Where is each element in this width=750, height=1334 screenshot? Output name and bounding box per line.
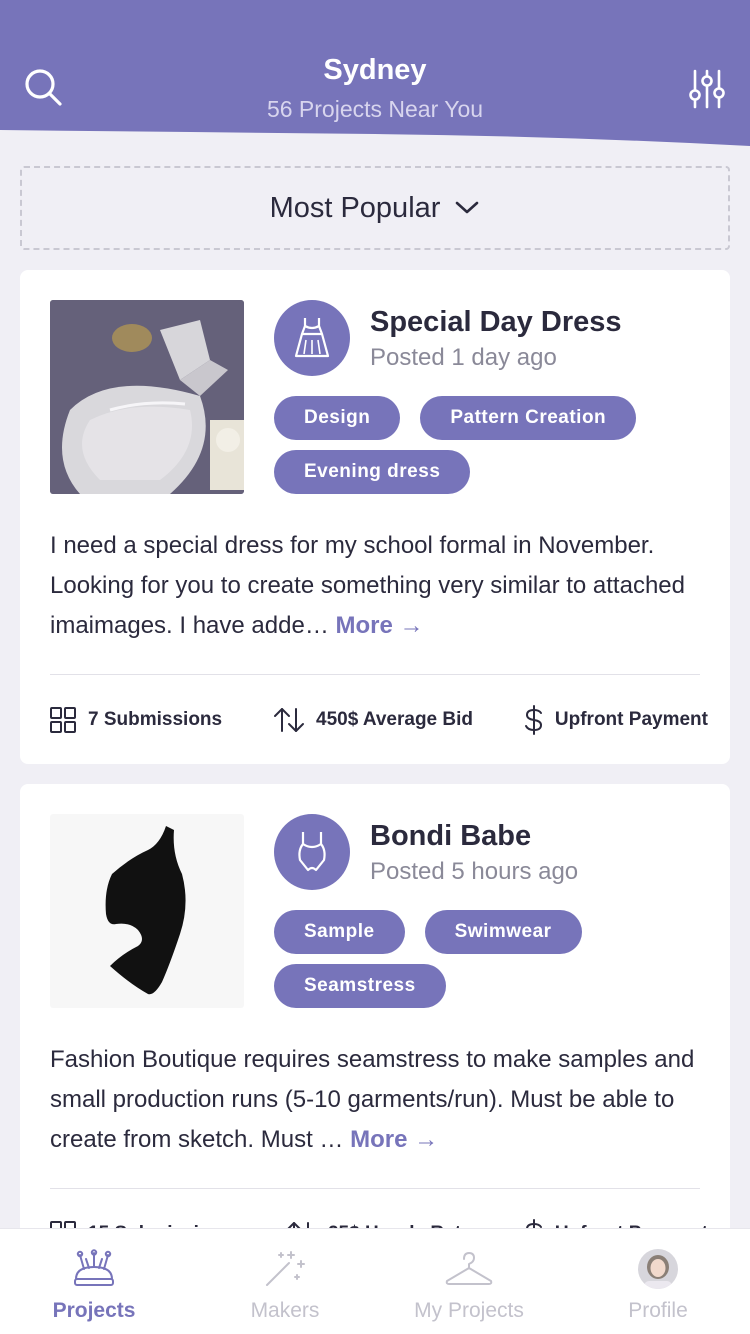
tag-chip[interactable]: Pattern Creation [420, 396, 637, 440]
nav-label: Makers [250, 1299, 320, 1322]
more-link[interactable]: More → [350, 1126, 438, 1153]
pincushion-icon [74, 1249, 114, 1286]
chevron-down-icon [456, 201, 479, 214]
tag-list: Design Pattern Creation Evening dress [274, 396, 714, 494]
category-badge [274, 300, 350, 376]
project-card[interactable]: Bondi Babe Posted 5 hours ago Sample Swi… [20, 784, 730, 1304]
bid-stat: 450$ Average Bid [272, 705, 473, 735]
more-link[interactable]: More → [335, 612, 423, 639]
bottom-nav: Projects Makers My Projects Profile [0, 1228, 750, 1334]
nav-item-my-projects[interactable]: My Projects [404, 1229, 534, 1334]
tag-chip[interactable]: Seamstress [274, 964, 446, 1008]
tag-chip[interactable]: Evening dress [274, 450, 471, 494]
dollar-icon [524, 705, 542, 735]
nav-label: My Projects [414, 1299, 524, 1322]
nav-item-profile[interactable]: Profile [608, 1229, 708, 1334]
sort-dropdown[interactable]: Most Popular [20, 166, 730, 250]
tag-chip[interactable]: Swimwear [424, 910, 582, 954]
submissions-stat: 7 Submissions [48, 705, 222, 735]
category-badge [274, 814, 350, 890]
page-title: Sydney [323, 54, 427, 86]
tag-list: Sample Swimwear Seamstress [274, 910, 714, 1008]
project-title: Special Day Dress [370, 306, 622, 338]
sliders-icon [689, 69, 725, 109]
payment-stat: Upfront Payment [523, 704, 708, 736]
avatar [638, 1249, 678, 1289]
nav-label: Profile [628, 1299, 688, 1322]
nav-item-projects[interactable]: Projects [44, 1229, 144, 1334]
divider [50, 674, 700, 675]
project-description: I need a special dress for my school for… [50, 526, 710, 646]
hanger-icon [445, 1252, 493, 1285]
project-image [50, 300, 244, 494]
project-title: Bondi Babe [370, 820, 532, 852]
page-subtitle: 56 Projects Near You [266, 96, 484, 122]
magic-wand-icon [266, 1251, 305, 1286]
project-image [50, 814, 244, 1008]
tag-chip[interactable]: Design [274, 396, 401, 440]
divider [50, 1188, 700, 1189]
sort-arrows-icon [274, 708, 304, 732]
project-stats: 7 Submissions 450$ Average Bid Upfront P… [48, 702, 708, 738]
nav-label: Projects [52, 1299, 136, 1322]
header: Sydney 56 Projects Near You [0, 0, 750, 150]
payment-type: Upfront Payment [554, 709, 708, 730]
dress-icon [294, 318, 330, 358]
swimsuit-icon [298, 832, 326, 872]
project-posted-time: Posted 1 day ago [370, 344, 557, 371]
nav-item-makers[interactable]: Makers [235, 1229, 335, 1334]
sort-label: Most Popular [269, 191, 441, 224]
filter-button[interactable] [684, 66, 730, 112]
tag-chip[interactable]: Sample [274, 910, 405, 954]
average-bid: 450$ Average Bid [316, 709, 474, 730]
project-posted-time: Posted 5 hours ago [370, 858, 579, 885]
project-description: Fashion Boutique requires seamstress to … [50, 1040, 710, 1160]
project-card[interactable]: Special Day Dress Posted 1 day ago Desig… [20, 270, 730, 764]
grid-icon [50, 707, 76, 733]
submissions-count: 7 Submissions [88, 709, 223, 730]
